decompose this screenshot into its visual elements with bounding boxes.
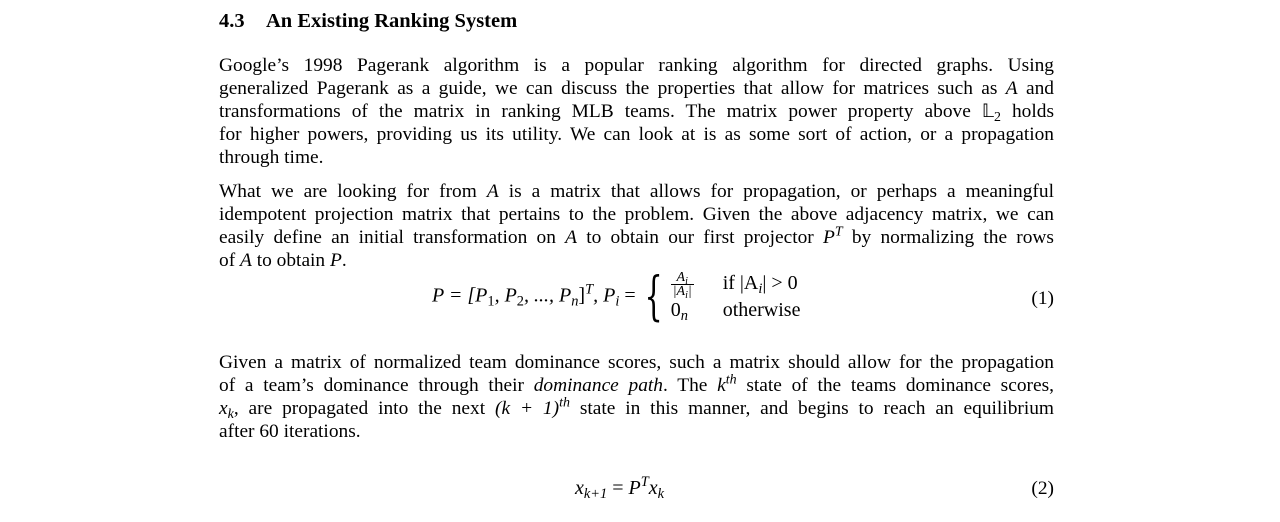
eq2-x: x <box>575 477 584 499</box>
th-sup: th <box>725 372 737 388</box>
eq1-lhs: P = [P <box>432 284 488 307</box>
cond-text: if |A <box>722 272 759 294</box>
section-title: An Existing Ranking System <box>266 10 518 32</box>
case-condition-2: otherwise <box>722 299 801 321</box>
left-brace: { <box>644 267 663 327</box>
eq1-sub: 1 <box>487 293 495 310</box>
th-sup: th <box>559 395 570 411</box>
eq1-part: , P <box>494 284 517 307</box>
cond-text: | > 0 <box>762 272 798 294</box>
matrix-a: A <box>1005 78 1018 99</box>
p1-text: holds <box>1011 101 1054 122</box>
eq1-sub: 2 <box>516 293 524 310</box>
p2-line-3: easily define an initial transformation … <box>219 224 1054 249</box>
p1-line-4: for higher powers, providing us its util… <box>219 124 1054 145</box>
case-row-1: Ai |Ai| if |Ai| > 0 <box>670 269 801 300</box>
period: . <box>341 250 347 271</box>
paragraph-2: What we are looking for from A is a matr… <box>219 180 1054 272</box>
zero: 0 <box>670 299 681 321</box>
p2-text: to obtain <box>256 250 326 271</box>
eq2-sub: k+1 <box>583 486 608 503</box>
p2-text: to obtain our first projector <box>586 227 814 248</box>
section-number: 4.3 <box>219 10 245 32</box>
eq2-sub: k <box>657 486 664 503</box>
projector-p: P <box>822 227 835 248</box>
zero-sub: n <box>680 308 688 325</box>
case-value: 0n <box>671 297 723 324</box>
p1-line-5: through time. <box>219 147 324 168</box>
p1-text: and <box>1025 78 1054 99</box>
p2-text: What we are looking for from <box>219 181 477 202</box>
p2-text: by normalizing the rows <box>851 227 1054 248</box>
transpose-sup: T <box>834 224 843 240</box>
p3-line-4: after 60 iterations. <box>219 421 361 442</box>
p1-text: transformations of the matrix in ranking… <box>219 101 971 122</box>
p3-text: state of the teams dominance scores, <box>746 375 1054 396</box>
eq2-p: P <box>628 477 641 499</box>
k-plus-one: (k + 1) <box>495 398 560 419</box>
eq1-part: , ..., P <box>523 284 572 307</box>
fraction-denominator: |Ai| <box>671 284 694 300</box>
p1-text: generalized Pagerank as a guide, we can … <box>219 78 998 99</box>
case-row-2: 0n otherwise <box>671 297 801 324</box>
p1-line-1: Google’s 1998 Pagerank algorithm is a po… <box>219 55 1054 76</box>
emphasis: dominance path <box>533 375 663 396</box>
fraction: Ai |Ai| <box>670 269 694 300</box>
p2-text: easily define an initial transformation … <box>219 227 556 248</box>
fraction-numerator: Ai <box>670 269 694 286</box>
matrix-p: P <box>330 250 342 271</box>
p3-line-2: of a team’s dominance through their domi… <box>219 372 1054 397</box>
p2-line-2: idempotent projection matrix that pertai… <box>219 204 1054 225</box>
p2-line-4: of A to obtain P. <box>219 249 1054 272</box>
equation-1-number: (1) <box>1031 288 1054 309</box>
p1-line-2: generalized Pagerank as a guide, we can … <box>219 77 1054 100</box>
p1-line-3: transformations of the matrix in ranking… <box>219 100 1054 124</box>
p3-text: of a team’s dominance through their <box>219 375 524 396</box>
eq1-pi: , P <box>593 284 616 307</box>
eq2-x: x <box>648 477 658 499</box>
equation-2: xk+1 = PTxk <box>575 474 664 503</box>
eq2-sup: T <box>640 474 649 491</box>
p2-text: of <box>219 250 236 271</box>
eq2-equals: = <box>607 477 629 499</box>
p2-text: is a matrix that allows for propagation,… <box>508 181 1054 202</box>
l2-symbol: 𝕃 <box>981 101 994 122</box>
case-condition-1: if |Ai| > 0 <box>722 272 798 296</box>
eq1-sup: T <box>585 281 594 298</box>
p3-line-3: xk, are propagated into the next (k + 1)… <box>219 395 1055 422</box>
equation-2-number: (2) <box>1031 478 1054 499</box>
matrix-a: A <box>565 227 577 248</box>
p2-line-1: What we are looking for from A is a matr… <box>219 180 1054 203</box>
paragraph-3: Given a matrix of normalized team domina… <box>219 351 1054 443</box>
k-symbol: k <box>717 375 726 396</box>
p3-text: . The <box>663 375 708 396</box>
case-value: Ai |Ai| <box>670 269 723 300</box>
paragraph-1: Google’s 1998 Pagerank algorithm is a po… <box>219 54 1054 169</box>
p3-line-1: Given a matrix of normalized team domina… <box>219 352 1054 373</box>
p3-text: state in this manner, and begins to reac… <box>579 398 1055 419</box>
x-symbol: x <box>219 398 228 419</box>
p3-text: , are propagated into the next <box>233 398 486 419</box>
eq1-cases: Ai |Ai| if |Ai| > 0 0n otherwise <box>670 269 801 324</box>
matrix-a: A <box>240 250 252 271</box>
section-heading: 4.3 An Existing Ranking System <box>219 10 517 33</box>
eq1-equals: = <box>619 284 636 307</box>
frac-num: A <box>676 269 686 285</box>
matrix-a: A <box>486 181 499 202</box>
equation-1: P = [P1, P2, ..., Pn]T, Pi = { Ai |Ai| i… <box>432 270 800 324</box>
